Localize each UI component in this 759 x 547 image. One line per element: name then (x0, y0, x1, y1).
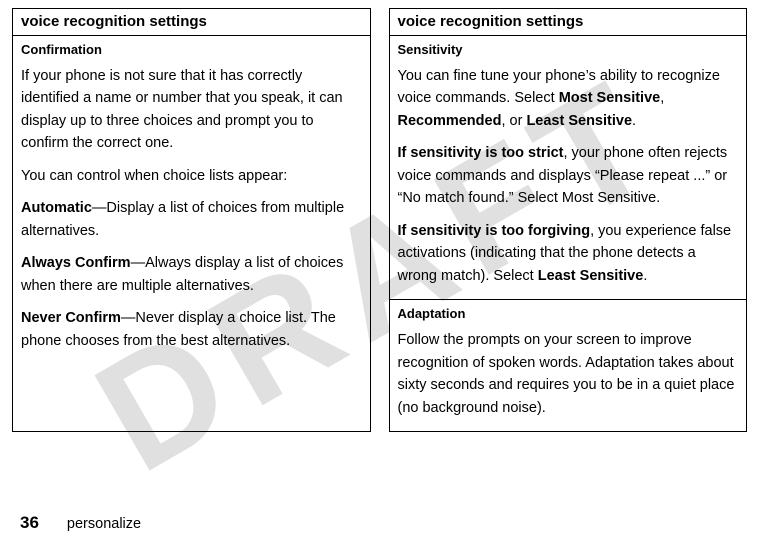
forgiving-label: If sensitivity is too forgiving (398, 223, 591, 239)
confirmation-p2: You can control when choice lists appear… (21, 165, 362, 187)
confirmation-heading: Confirmation (21, 42, 362, 57)
sensitivity-intro: You can fine tune your phone’s ability t… (398, 65, 739, 132)
left-column: voice recognition settings Confirmation … (12, 8, 371, 432)
forgiving-opt: Least Sensitive (538, 268, 644, 284)
sensitivity-forgiving: If sensitivity is too forgiving, you exp… (398, 220, 739, 287)
never-confirm-label: Never Confirm (21, 310, 121, 326)
footer-label: personalize (67, 516, 141, 532)
adaptation-section: Adaptation Follow the prompts on your sc… (390, 300, 747, 431)
always-confirm-label: Always Confirm (21, 255, 131, 271)
left-header-row: voice recognition settings (13, 9, 370, 36)
sensitivity-heading: Sensitivity (398, 42, 739, 57)
sensitivity-opt3: Least Sensitive (526, 113, 632, 129)
confirmation-automatic: Automatic—Display a list of choices from… (21, 197, 362, 242)
sensitivity-section: Sensitivity You can fine tune your phone… (390, 36, 747, 300)
left-header-text: voice recognition settings (21, 13, 207, 30)
right-header-row: voice recognition settings (390, 9, 747, 36)
right-column: voice recognition settings Sensitivity Y… (389, 8, 748, 432)
sensitivity-sep2: , or (501, 113, 526, 129)
sensitivity-intro-end: . (632, 113, 636, 129)
adaptation-p1: Follow the prompts on your screen to imp… (398, 329, 739, 419)
automatic-label: Automatic (21, 200, 92, 216)
confirmation-section: Confirmation If your phone is not sure t… (13, 36, 370, 364)
content-columns: voice recognition settings Confirmation … (12, 8, 747, 432)
page-footer: 36 personalize (20, 513, 141, 533)
adaptation-heading: Adaptation (398, 306, 739, 321)
page-number: 36 (20, 513, 39, 533)
sensitivity-sep1: , (660, 90, 664, 106)
confirmation-p1: If your phone is not sure that it has co… (21, 65, 362, 155)
confirmation-never: Never Confirm—Never display a choice lis… (21, 307, 362, 352)
sensitivity-opt1: Most Sensitive (559, 90, 661, 106)
forgiving-text-b: . (643, 268, 647, 284)
right-header-text: voice recognition settings (398, 13, 584, 30)
confirmation-always: Always Confirm—Always display a list of … (21, 252, 362, 297)
sensitivity-opt2: Recommended (398, 113, 502, 129)
sensitivity-strict: If sensitivity is too strict, your phone… (398, 142, 739, 209)
strict-label: If sensitivity is too strict (398, 145, 564, 161)
